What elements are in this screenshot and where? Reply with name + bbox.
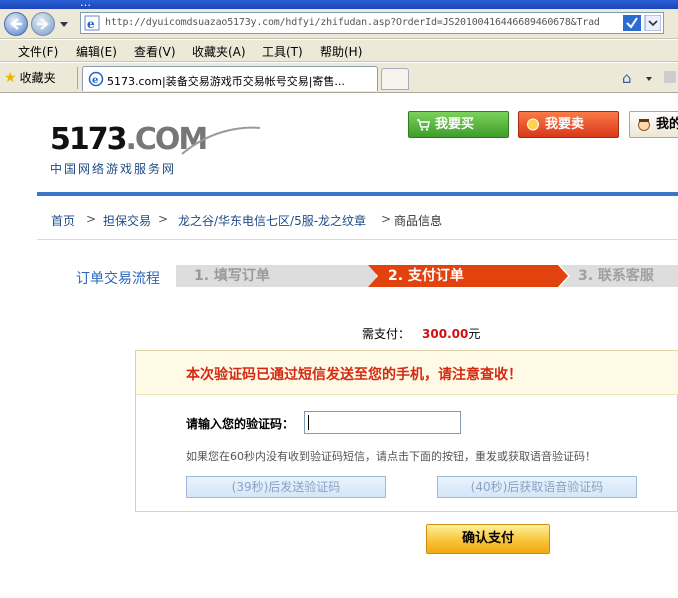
window-title-bar: … xyxy=(0,0,678,9)
menu-view[interactable]: 查看(V) xyxy=(134,43,176,60)
tab-bar: ★ 收藏夹 e 5173.com|装备交易游戏币交易帐号交易|寄售... ⌂ xyxy=(0,63,678,93)
order-flow-steps: 1. 填写订单 3. 联系客服 2. 支付订单 xyxy=(176,265,678,287)
web-page: 5173.COM 中国网络游戏服务网 我要买 我要卖 我的 首页 > 担保交易 … xyxy=(0,94,678,598)
favorites-label: 收藏夹 xyxy=(19,71,56,85)
breadcrumb-separator: > xyxy=(86,212,97,226)
new-tab-button[interactable] xyxy=(381,68,409,90)
resend-sms-button[interactable]: (39秒)后发送验证码 xyxy=(186,476,386,498)
breadcrumb-current: 商品信息 xyxy=(394,214,443,228)
window-title: … xyxy=(80,0,91,9)
confirm-payment-button[interactable]: 确认支付 xyxy=(426,524,550,554)
menu-favorites[interactable]: 收藏夹(A) xyxy=(192,43,246,60)
tab-title: 5173.com|装备交易游戏币交易帐号交易|寄售... xyxy=(107,75,345,88)
step-contact-support: 3. 联系客服 xyxy=(560,265,678,287)
breadcrumb-separator: > xyxy=(381,212,392,226)
verification-code-input[interactable] xyxy=(304,411,461,434)
payment-amount: 需支付： 300.00元 xyxy=(362,325,480,342)
logo-swoosh-icon xyxy=(181,126,261,155)
breadcrumb-separator: > xyxy=(158,212,169,226)
history-dropdown-icon[interactable] xyxy=(60,22,68,27)
menu-edit[interactable]: 编辑(E) xyxy=(76,43,117,60)
payment-label: 需支付： xyxy=(362,327,411,341)
ie-tab-icon: e xyxy=(88,71,104,87)
breadcrumb: 首页 > 担保交易 > 龙之谷/华东电信七区/5服-龙之纹章 > 商品信息 xyxy=(37,196,678,240)
buy-button[interactable]: 我要买 xyxy=(408,111,509,138)
user-face-icon xyxy=(638,119,650,131)
resend-hint: 如果您在60秒内没有收到验证码短信，请点击下面的按钮，重发或获取语音验证码！ xyxy=(186,450,596,463)
home-dropdown-icon[interactable] xyxy=(646,77,652,81)
sell-button[interactable]: 我要卖 xyxy=(518,111,619,138)
cart-icon xyxy=(417,119,430,131)
forward-arrow-icon xyxy=(37,18,49,30)
svg-text:e: e xyxy=(87,17,95,31)
step-pay-order-active: 2. 支付订单 xyxy=(368,265,568,287)
favorites-button[interactable]: ★ 收藏夹 xyxy=(4,69,56,86)
verification-panel: 本次验证码已通过短信发送至您的手机，请注意查收！ 请输入您的验证码： 如果您在6… xyxy=(135,350,678,512)
star-icon: ★ xyxy=(4,70,17,86)
breadcrumb-home[interactable]: 首页 xyxy=(51,212,75,229)
rss-feed-icon[interactable] xyxy=(664,71,676,83)
back-button[interactable] xyxy=(4,12,28,36)
address-url: http://dyuicomdsuazao5173y.com/hdfyi/zhi… xyxy=(105,17,600,28)
flow-label: 订单交易流程 xyxy=(76,271,160,287)
breadcrumb-game[interactable]: 龙之谷/华东电信七区/5服-龙之纹章 xyxy=(178,212,366,229)
voice-code-button[interactable]: (40秒)后获取语音验证码 xyxy=(437,476,637,498)
step-fill-order: 1. 填写订单 xyxy=(176,265,376,287)
menu-file[interactable]: 文件(F) xyxy=(18,43,58,60)
site-logo[interactable]: 5173.COM 中国网络游戏服务网 xyxy=(50,122,261,178)
tab-divider xyxy=(77,67,78,89)
address-go-icon[interactable] xyxy=(623,15,661,31)
verification-notice-bar: 本次验证码已通过短信发送至您的手机，请注意查收！ xyxy=(136,351,678,395)
text-caret xyxy=(308,415,309,430)
menu-help[interactable]: 帮助(H) xyxy=(320,43,362,60)
svg-text:e: e xyxy=(92,75,98,86)
buy-label: 我要买 xyxy=(435,117,475,132)
back-arrow-icon xyxy=(10,18,22,30)
code-label: 请输入您的验证码： xyxy=(186,417,295,431)
menu-tools[interactable]: 工具(T) xyxy=(262,43,303,60)
menu-bar: 文件(F) 编辑(E) 查看(V) 收藏夹(A) 工具(T) 帮助(H) xyxy=(0,40,678,62)
forward-button[interactable] xyxy=(31,12,55,36)
address-toolbar: e http://dyuicomdsuazao5173y.com/hdfyi/z… xyxy=(0,9,678,39)
home-icon[interactable]: ⌂ xyxy=(622,69,632,87)
ie-page-icon: e xyxy=(84,15,100,31)
verification-notice: 本次验证码已通过短信发送至您的手机，请注意查收！ xyxy=(186,367,522,383)
logo-main: 5173 xyxy=(50,122,127,157)
coin-icon xyxy=(527,118,539,131)
address-bar[interactable]: e http://dyuicomdsuazao5173y.com/hdfyi/z… xyxy=(80,12,664,34)
my-account-button[interactable]: 我的 xyxy=(629,111,678,138)
my-label: 我的 xyxy=(656,117,678,132)
breadcrumb-escrow[interactable]: 担保交易 xyxy=(103,212,151,229)
sell-label: 我要卖 xyxy=(545,117,585,132)
logo-tagline: 中国网络游戏服务网 xyxy=(50,162,177,176)
browser-tab-active[interactable]: e 5173.com|装备交易游戏币交易帐号交易|寄售... xyxy=(82,66,378,91)
payment-value: 300.00 xyxy=(422,327,469,341)
payment-unit: 元 xyxy=(468,327,481,341)
